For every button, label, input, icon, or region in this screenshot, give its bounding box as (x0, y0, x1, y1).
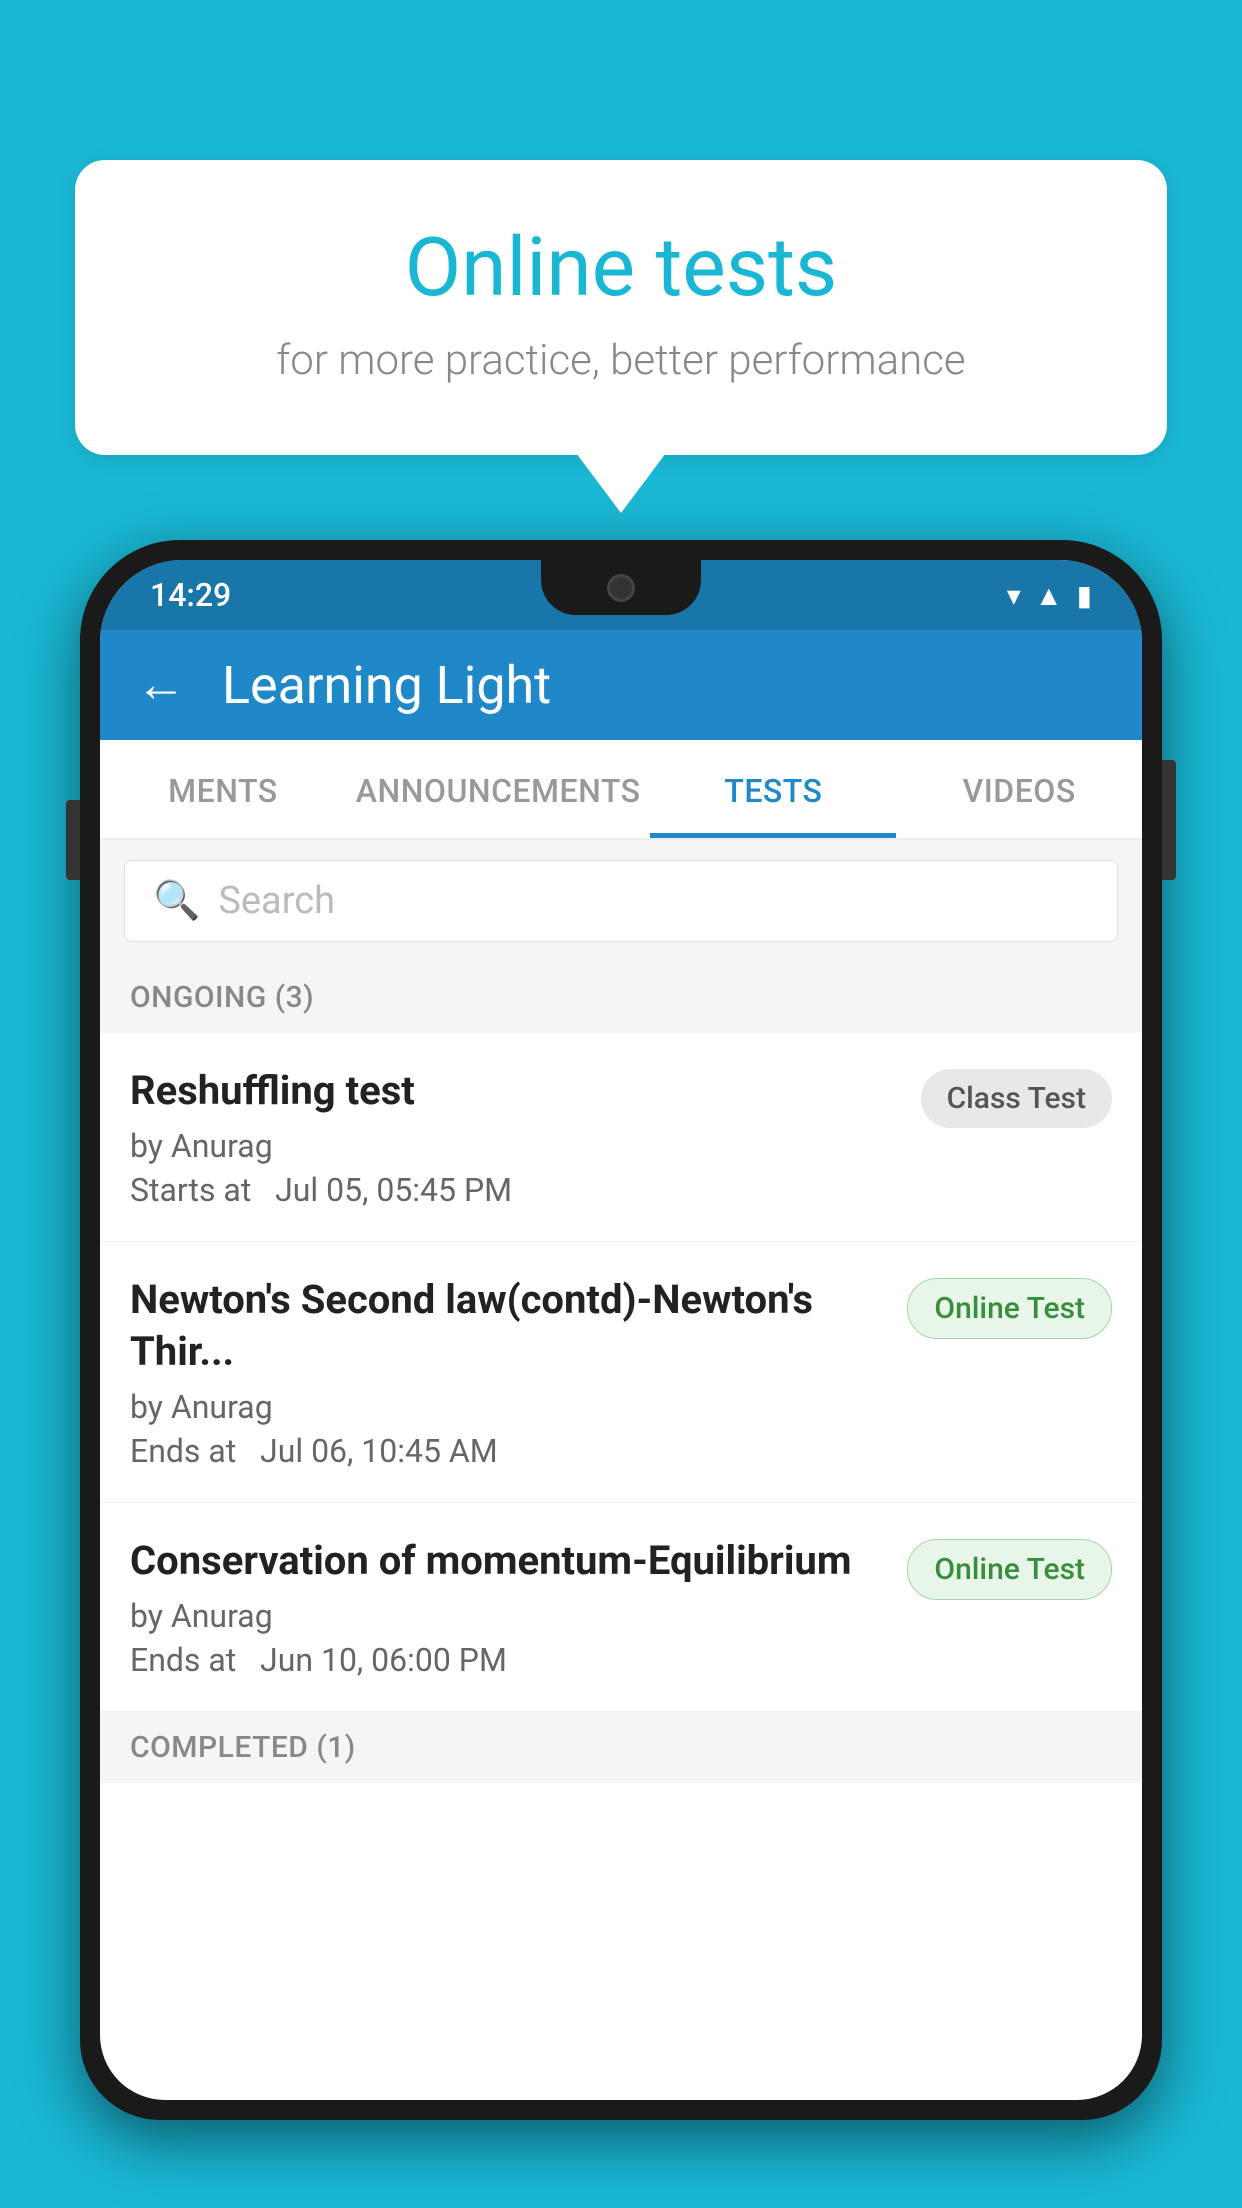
status-icons: ▾ ▲ ▮ (1007, 579, 1092, 612)
phone-outer: 14:29 ▾ ▲ ▮ ← Learning Light MENTS ANNOU… (80, 540, 1162, 2120)
search-placeholder: Search (218, 879, 335, 923)
test-time-label-3: Ends at (130, 1641, 236, 1679)
search-container: 🔍 Search (100, 840, 1142, 962)
test-time-value-3: Jun 10, 06:00 PM (260, 1641, 507, 1679)
speech-bubble-arrow (576, 453, 666, 513)
test-time-value-1: Jul 05, 05:45 PM (275, 1171, 512, 1209)
tab-tests[interactable]: TESTS (650, 740, 896, 838)
search-bar[interactable]: 🔍 Search (124, 860, 1118, 942)
speech-bubble: Online tests for more practice, better p… (75, 160, 1167, 455)
tabs-container: MENTS ANNOUNCEMENTS TESTS VIDEOS (100, 740, 1142, 840)
tab-videos[interactable]: VIDEOS (896, 740, 1142, 838)
test-author-3: by Anurag (130, 1597, 887, 1635)
phone: 14:29 ▾ ▲ ▮ ← Learning Light MENTS ANNOU… (80, 540, 1162, 2208)
test-item-2[interactable]: Newton's Second law(contd)-Newton's Thir… (100, 1242, 1142, 1503)
test-badge-2: Online Test (907, 1278, 1112, 1339)
test-time-value-2: Jul 06, 10:45 AM (260, 1432, 498, 1470)
search-icon: 🔍 (153, 879, 200, 923)
test-info-2: Newton's Second law(contd)-Newton's Thir… (130, 1274, 907, 1470)
notch (541, 560, 701, 615)
test-time-2: Ends at Jul 06, 10:45 AM (130, 1432, 887, 1470)
test-badge-1: Class Test (921, 1069, 1112, 1128)
test-time-label-1: Starts at (130, 1171, 251, 1209)
test-title-2: Newton's Second law(contd)-Newton's Thir… (130, 1274, 887, 1378)
test-title-1: Reshuffling test (130, 1065, 901, 1117)
status-bar: 14:29 ▾ ▲ ▮ (100, 560, 1142, 630)
app-bar: ← Learning Light (100, 630, 1142, 740)
test-badge-3: Online Test (907, 1539, 1112, 1600)
test-author-2: by Anurag (130, 1388, 887, 1426)
phone-screen: 14:29 ▾ ▲ ▮ ← Learning Light MENTS ANNOU… (100, 560, 1142, 2100)
tab-ments[interactable]: MENTS (100, 740, 346, 838)
ongoing-section-header: ONGOING (3) (100, 962, 1142, 1033)
tab-announcements[interactable]: ANNOUNCEMENTS (346, 740, 651, 838)
battery-icon: ▮ (1077, 579, 1092, 612)
camera (607, 574, 635, 602)
test-list: Reshuffling test by Anurag Starts at Jul… (100, 1033, 1142, 1712)
test-info-3: Conservation of momentum-Equilibrium by … (130, 1535, 907, 1679)
signal-icon: ▲ (1035, 579, 1063, 612)
test-info-1: Reshuffling test by Anurag Starts at Jul… (130, 1065, 921, 1209)
test-time-1: Starts at Jul 05, 05:45 PM (130, 1171, 901, 1209)
completed-section-header: COMPLETED (1) (100, 1712, 1142, 1783)
test-time-3: Ends at Jun 10, 06:00 PM (130, 1641, 887, 1679)
test-item-3[interactable]: Conservation of momentum-Equilibrium by … (100, 1503, 1142, 1712)
app-title: Learning Light (222, 655, 551, 716)
test-time-label-2: Ends at (130, 1432, 236, 1470)
speech-bubble-container: Online tests for more practice, better p… (75, 160, 1167, 513)
back-button[interactable]: ← (136, 660, 186, 710)
status-time: 14:29 (150, 576, 231, 614)
test-item-1[interactable]: Reshuffling test by Anurag Starts at Jul… (100, 1033, 1142, 1242)
test-title-3: Conservation of momentum-Equilibrium (130, 1535, 887, 1587)
test-author-1: by Anurag (130, 1127, 901, 1165)
speech-bubble-subtitle: for more practice, better performance (155, 336, 1087, 385)
speech-bubble-title: Online tests (155, 220, 1087, 316)
wifi-icon: ▾ (1007, 579, 1021, 612)
